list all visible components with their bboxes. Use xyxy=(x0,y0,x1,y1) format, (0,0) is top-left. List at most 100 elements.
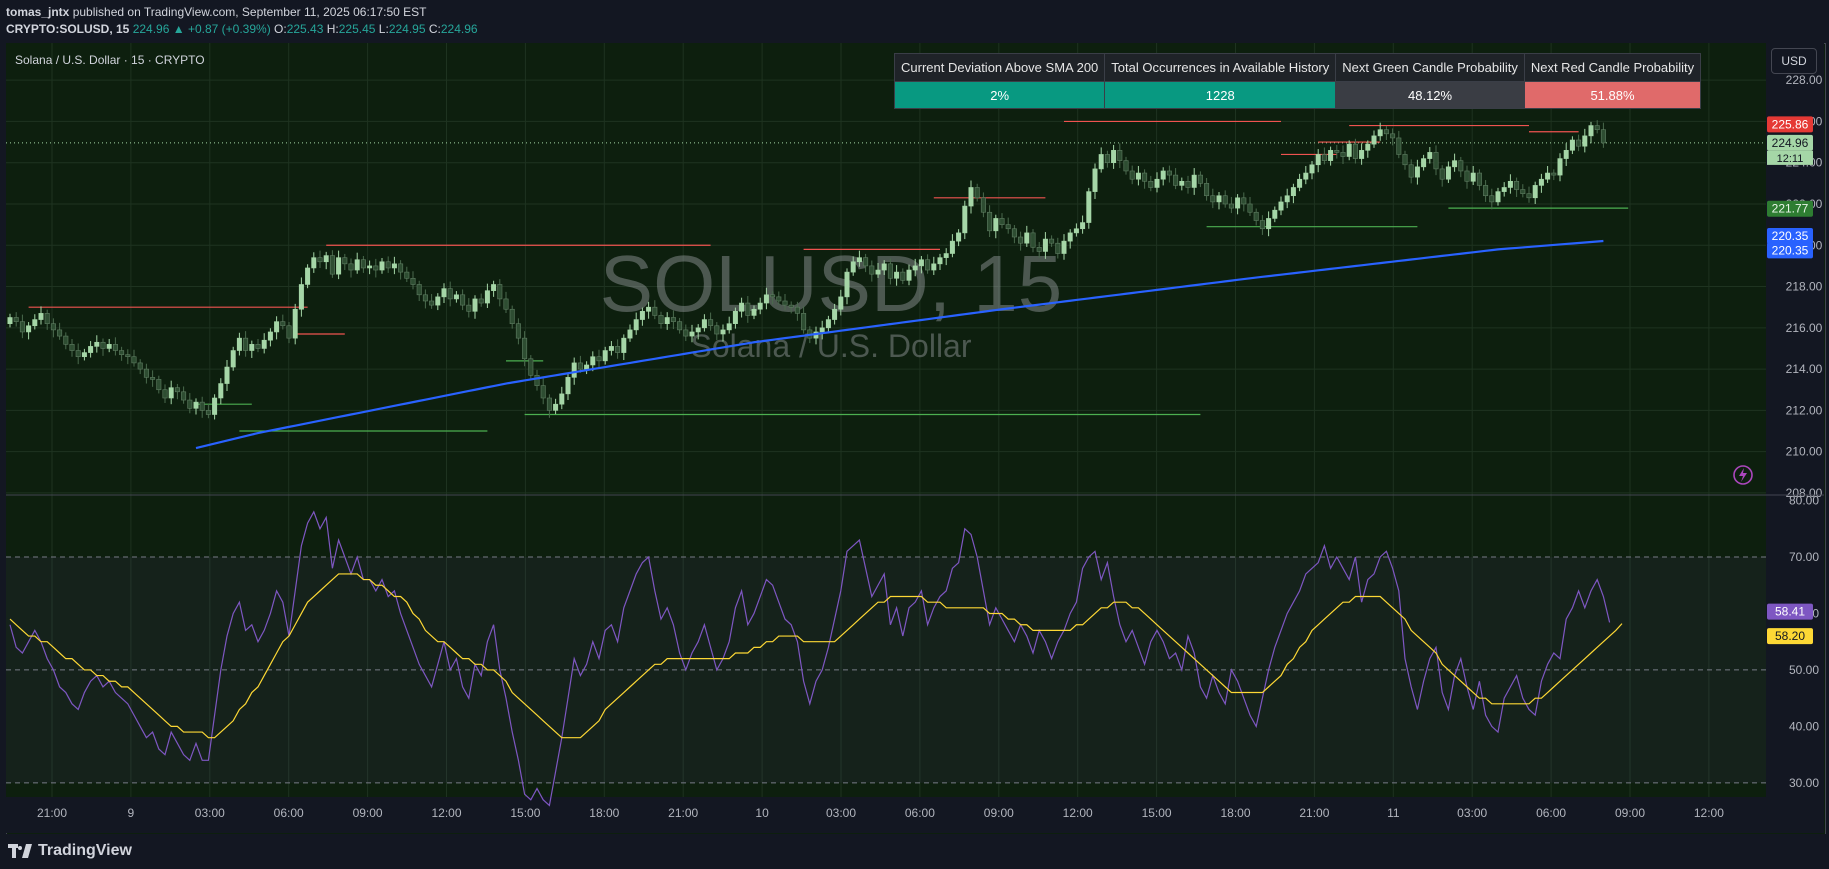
stats-value-occurrences: 1228 xyxy=(1104,81,1337,109)
candle-body xyxy=(881,263,887,271)
candle-body xyxy=(1036,247,1042,252)
candle-body xyxy=(38,313,44,320)
currency-button[interactable]: USD xyxy=(1771,48,1817,74)
candle-body xyxy=(869,265,875,275)
candle-body xyxy=(1582,135,1588,147)
time-tick-label: 15:00 xyxy=(1142,806,1172,820)
candle-body xyxy=(181,391,187,401)
candle-body xyxy=(639,311,645,320)
candle-body xyxy=(1235,197,1241,209)
candle-body xyxy=(819,327,825,333)
candle-body xyxy=(962,205,968,234)
candle-body xyxy=(1464,170,1470,182)
candle-body xyxy=(770,294,776,298)
countdown-label: 12:11 xyxy=(1777,153,1804,165)
candle-body xyxy=(1117,150,1123,161)
candle-body xyxy=(652,306,658,316)
candle-body xyxy=(1495,191,1501,203)
candle-body xyxy=(664,317,670,324)
candle-body xyxy=(596,356,602,362)
time-tick-label: 09:00 xyxy=(1615,806,1645,820)
candle-body xyxy=(1334,150,1340,153)
candle-body xyxy=(224,366,230,384)
price-axis-badge-label: 225.86 xyxy=(1772,117,1809,131)
low-label: L: xyxy=(378,22,389,36)
candle-body xyxy=(1483,185,1489,197)
author-name[interactable]: tomas_jntx xyxy=(6,5,69,19)
candle-body xyxy=(329,255,335,275)
candle-body xyxy=(1266,218,1272,230)
time-tick-label: 10 xyxy=(755,806,769,820)
candle-body xyxy=(1551,172,1557,176)
candle-body xyxy=(949,240,955,254)
candle-body xyxy=(838,296,844,310)
candle-body xyxy=(1272,209,1278,219)
candle-body xyxy=(112,344,118,351)
candle-body xyxy=(776,296,782,302)
candle-body xyxy=(317,257,323,263)
candle-body xyxy=(1346,143,1352,157)
candle-body xyxy=(453,294,459,300)
price-axis-badge-label: 221.77 xyxy=(1772,202,1809,216)
candle-body xyxy=(825,319,831,329)
brand-name: TradingView xyxy=(38,842,132,859)
candle-body xyxy=(13,317,19,322)
candle-body xyxy=(212,397,218,415)
candle-body xyxy=(205,410,211,415)
rsi-axis-badge-label: 58.41 xyxy=(1775,605,1805,619)
time-tick-label: 09:00 xyxy=(353,806,383,820)
candle-body xyxy=(311,257,317,269)
candle-body xyxy=(974,187,980,199)
candle-body xyxy=(912,265,918,271)
price-axis-badge-label: 220.35 xyxy=(1772,229,1809,243)
candle-body xyxy=(993,218,999,232)
candle-body xyxy=(63,335,69,345)
candle-body xyxy=(261,339,267,349)
candle-body xyxy=(94,341,100,347)
candle-body xyxy=(584,364,590,370)
candle-body xyxy=(1569,139,1575,151)
candle-body xyxy=(1284,195,1290,203)
candle-body xyxy=(943,253,949,258)
candle-body xyxy=(416,284,422,296)
candle-body xyxy=(1514,180,1520,190)
close-label: C: xyxy=(428,22,441,36)
candle-body xyxy=(1061,240,1067,254)
candle-body xyxy=(143,368,149,378)
stats-header-occurrences: Total Occurrences in Available History xyxy=(1104,53,1337,82)
candle-body xyxy=(1359,150,1365,159)
candle-body xyxy=(670,317,676,322)
stats-value-red-prob: 51.88% xyxy=(1523,81,1702,109)
time-tick-label: 03:00 xyxy=(826,806,856,820)
open-value: 225.43 xyxy=(286,22,324,36)
candle-body xyxy=(782,300,788,306)
candle-body xyxy=(131,356,137,364)
candle-body xyxy=(1092,168,1098,192)
candle-body xyxy=(714,325,720,335)
tradingview-logo[interactable]: TradingView xyxy=(8,842,132,860)
candle-body xyxy=(1594,125,1600,130)
chart-canvas[interactable]: 228.00226.00224.00222.00220.00218.00216.… xyxy=(6,43,1824,833)
candle-body xyxy=(1166,170,1172,176)
candle-body xyxy=(894,271,900,279)
candle-body xyxy=(1216,195,1222,203)
published-text: published on TradingView.com, September … xyxy=(72,5,427,19)
candle-body xyxy=(497,284,503,300)
candle-body xyxy=(1303,172,1309,180)
candle-body xyxy=(429,300,435,306)
candle-body xyxy=(286,325,292,339)
candle-body xyxy=(757,302,763,310)
candle-body xyxy=(1532,185,1538,199)
candle-body xyxy=(1191,174,1197,188)
candle-body xyxy=(32,319,38,327)
candle-body xyxy=(150,377,156,380)
rsi-tick-label: 70.00 xyxy=(1789,550,1819,564)
time-tick-label: 12:00 xyxy=(1694,806,1724,820)
candle-body xyxy=(1377,129,1383,137)
candle-body xyxy=(708,319,714,327)
candle-body xyxy=(1148,180,1154,188)
candle-body xyxy=(391,263,397,269)
candle-body xyxy=(1278,201,1284,211)
candle-body xyxy=(726,323,732,331)
candle-body xyxy=(156,379,162,391)
